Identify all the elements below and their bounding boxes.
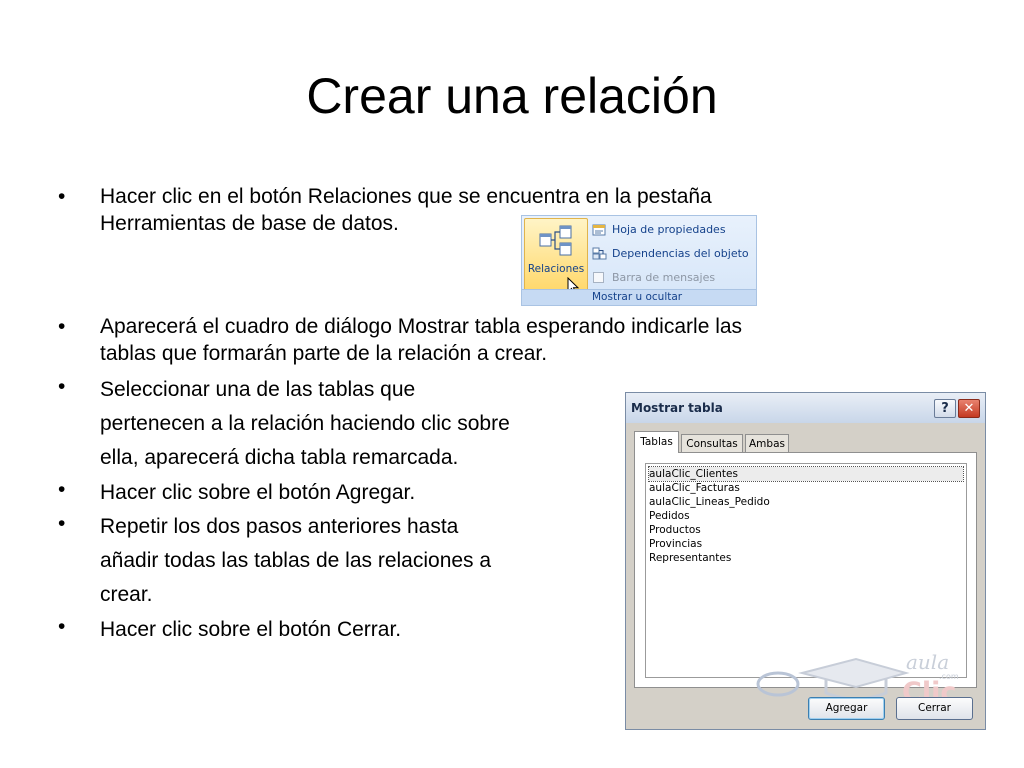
relationships-icon (539, 225, 572, 256)
object-dependencies-icon (592, 247, 607, 259)
list-item[interactable]: Provincias (649, 537, 702, 551)
mostrar-tabla-dialog: Mostrar tabla ? ✕ Tablas Consultas Ambas… (625, 392, 986, 730)
bullet-5-line-2: añadir todas las tablas de las relacione… (100, 549, 492, 572)
tab-ambas[interactable]: Ambas (745, 434, 789, 452)
property-sheet-icon (592, 224, 606, 235)
list-item[interactable]: Pedidos (649, 509, 690, 523)
checkbox-icon (593, 271, 604, 283)
bullet-dot: • (58, 375, 66, 398)
bullet-dot: • (58, 615, 66, 638)
bullet-dot: • (58, 185, 66, 208)
tab-consultas[interactable]: Consultas (681, 434, 743, 452)
ribbon-item-label: Barra de mensajes (612, 270, 716, 284)
bullet-3-line-2: pertenecen a la relación haciendo clic s… (100, 412, 510, 435)
ribbon-group-label: Mostrar u ocultar (522, 289, 756, 305)
ribbon-item-hoja-propiedades[interactable]: Hoja de propiedades (592, 220, 726, 238)
bullet-1-line-1: Hacer clic en el botón Relaciones que se… (100, 185, 712, 208)
dialog-titlebar[interactable]: Mostrar tabla ? ✕ (626, 393, 985, 423)
relaciones-button[interactable]: Relaciones (524, 218, 588, 296)
ribbon-item-label: Dependencias del objeto (612, 246, 749, 260)
close-button[interactable]: ✕ (958, 399, 980, 418)
list-item[interactable]: aulaClic_Facturas (649, 481, 740, 495)
bullet-dot: • (58, 512, 66, 535)
list-item[interactable]: aulaClic_Lineas_Pedido (649, 495, 770, 509)
bullet-2-line-1: Aparecerá el cuadro de diálogo Mostrar t… (100, 315, 743, 338)
bullet-5-line-3: crear. (100, 583, 153, 606)
bullet-dot: • (58, 315, 66, 338)
bullet-3-line-3: ella, aparecerá dicha tabla remarcada. (100, 446, 459, 469)
watermark-aula: aula (906, 651, 949, 674)
agregar-button[interactable]: Agregar (808, 697, 885, 720)
dialog-title: Mostrar tabla (631, 401, 723, 415)
help-button[interactable]: ? (934, 399, 956, 418)
bullet-2-line-2: tablas que formarán parte de la relación… (100, 342, 548, 365)
bullet-5-line-1: Repetir los dos pasos anteriores hasta (100, 515, 459, 538)
tables-listbox[interactable]: aulaClic_Clientes aulaClic_Facturas aula… (645, 463, 967, 678)
ribbon-item-label: Hoja de propiedades (612, 222, 726, 236)
relaciones-label: Relaciones (527, 263, 585, 275)
ribbon-item-barra-mensajes[interactable]: Barra de mensajes (592, 268, 715, 286)
slide-title: Crear una relación (306, 68, 718, 124)
cerrar-button[interactable]: Cerrar (896, 697, 973, 720)
bullet-dot: • (58, 478, 66, 501)
list-item[interactable]: Representantes (649, 551, 731, 565)
bullet-4-line-1: Hacer clic sobre el botón Agregar. (100, 481, 416, 504)
list-item[interactable]: aulaClic_Clientes (648, 466, 964, 482)
bullet-6-line-1: Hacer clic sobre el botón Cerrar. (100, 618, 402, 641)
bullet-3-line-1: Seleccionar una de las tablas que (100, 378, 416, 401)
tab-tablas[interactable]: Tablas (634, 431, 679, 453)
list-item[interactable]: Productos (649, 523, 701, 537)
ribbon-snippet: Relaciones Hoja de propiedades Dependenc… (521, 215, 757, 306)
ribbon-item-dependencias[interactable]: Dependencias del objeto (592, 244, 749, 262)
